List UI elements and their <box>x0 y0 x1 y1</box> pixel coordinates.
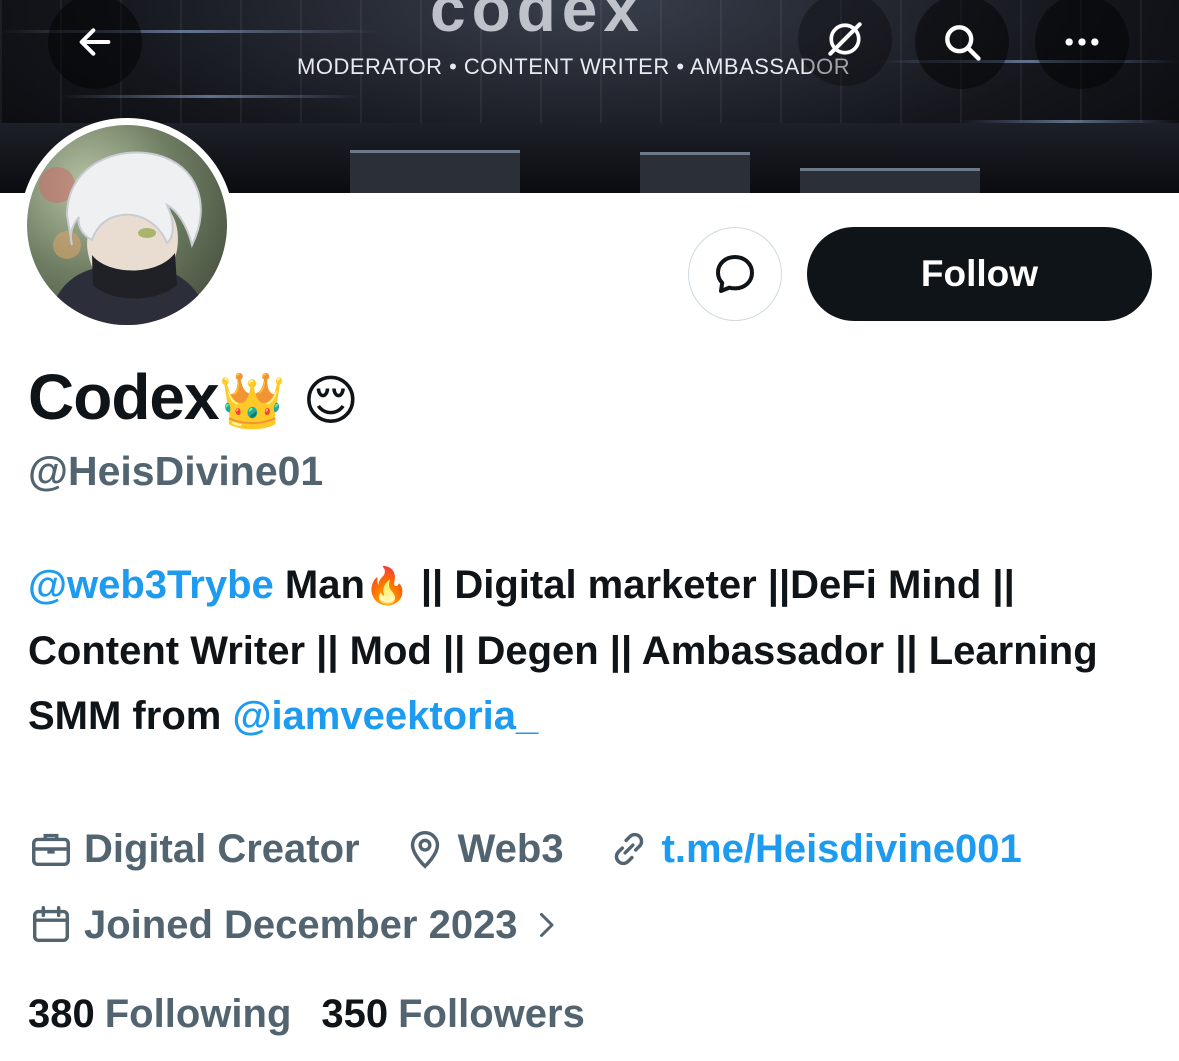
profile-bio: @web3Trybe Man🔥 || Digital marketer ||De… <box>28 553 1158 749</box>
website-link[interactable]: t.me/Heisdivine001 <box>662 827 1022 872</box>
avatar-image <box>27 125 227 325</box>
following-stat[interactable]: 380 Following <box>28 992 291 1037</box>
profile-category: Digital Creator <box>28 826 360 872</box>
banner-title: codex <box>430 0 645 45</box>
profile-handle: @HeisDivine01 <box>28 448 324 494</box>
joined-text: Joined December 2023 <box>84 902 518 947</box>
display-name-text: Codex <box>28 361 220 433</box>
profile-website[interactable]: t.me/Heisdivine001 <box>606 826 1022 872</box>
location-text: Web3 <box>457 826 564 871</box>
following-count: 380 <box>28 992 95 1036</box>
more-horizontal-icon <box>1065 38 1099 46</box>
banner-light-streak <box>60 95 360 98</box>
follow-button[interactable]: Follow <box>807 227 1152 321</box>
followers-label: Followers <box>398 992 585 1036</box>
briefcase-icon <box>32 833 70 867</box>
message-bubble-icon <box>716 255 754 293</box>
followers-count: 350 <box>321 992 389 1036</box>
avatar-illustration <box>39 151 212 325</box>
avatar[interactable] <box>20 118 234 332</box>
location-pin-icon <box>410 830 439 869</box>
profile-meta-row: Digital Creator Web3 t.me/Heisdivine001 <box>28 826 1064 872</box>
display-name-emoji: 👑 😌 <box>218 369 359 432</box>
chevron-right-icon <box>539 913 554 937</box>
category-text: Digital Creator <box>84 826 360 871</box>
grok-icon <box>828 22 862 56</box>
banner-block <box>350 150 520 193</box>
bio-mention-link[interactable]: @web3Trybe <box>28 563 274 607</box>
profile-joined-row[interactable]: Joined December 2023 <box>28 902 616 948</box>
message-button[interactable] <box>688 227 782 321</box>
calendar-icon <box>32 906 70 943</box>
banner-tagline: MODERATOR • CONTENT WRITER • AMBASSADOR <box>297 54 851 79</box>
banner-block <box>640 152 750 193</box>
follow-stats: 380 Following 350 Followers <box>28 992 615 1037</box>
fire-emoji: 🔥 <box>364 566 410 607</box>
followers-stat[interactable]: 350 Followers <box>321 992 584 1037</box>
display-name: Codex👑 😌 <box>28 360 359 434</box>
link-icon <box>614 832 643 866</box>
profile-joined[interactable]: Joined December 2023 <box>28 902 574 948</box>
arrow-left-icon <box>79 28 111 56</box>
search-icon <box>945 25 981 61</box>
profile-location: Web3 <box>402 826 564 872</box>
banner-block <box>800 168 980 193</box>
bio-text: Man <box>273 563 365 607</box>
bio-mention-link[interactable]: @iamveektoria_ <box>232 694 538 738</box>
following-label: Following <box>104 992 292 1036</box>
